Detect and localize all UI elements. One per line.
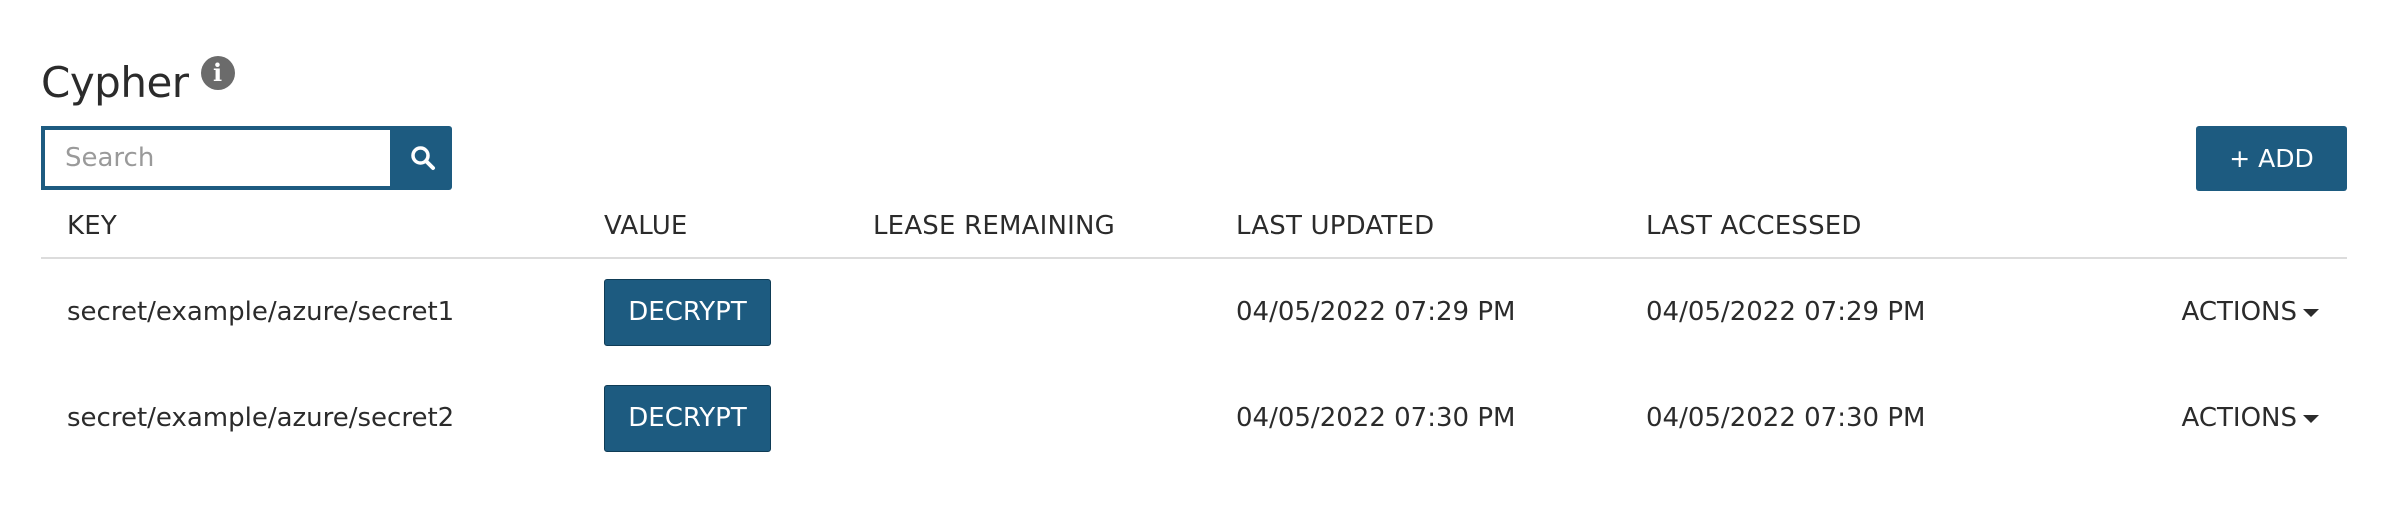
decrypt-button[interactable]: DECRYPT (604, 384, 771, 452)
row-actions-cell: ACTIONS (2182, 259, 2319, 365)
page-header: Cypher i (41, 50, 235, 114)
row-last-accessed: 04/05/2022 07:30 PM (1646, 403, 1926, 433)
row-last-updated: 04/05/2022 07:30 PM (1236, 403, 1516, 433)
page-title: Cypher (41, 57, 189, 107)
table-header: KEY VALUE LEASE REMAINING LAST UPDATED L… (41, 195, 2347, 259)
search-bar (41, 126, 452, 190)
search-icon (411, 146, 435, 170)
search-button[interactable] (394, 126, 452, 190)
table-row: secret/example/azure/secret1 DECRYPT 04/… (41, 259, 2347, 365)
header-key: KEY (67, 211, 117, 241)
header-last-updated: LAST UPDATED (1236, 211, 1435, 241)
caret-down-icon (2303, 309, 2319, 317)
header-lease-remaining: LEASE REMAINING (873, 211, 1115, 241)
search-input[interactable] (41, 126, 394, 190)
table-row: secret/example/azure/secret2 DECRYPT 04/… (41, 365, 2347, 471)
caret-down-icon (2303, 415, 2319, 423)
header-last-accessed: LAST ACCESSED (1646, 211, 1862, 241)
row-last-updated: 04/05/2022 07:29 PM (1236, 297, 1516, 327)
actions-label: ACTIONS (2181, 297, 2297, 327)
row-actions-cell: ACTIONS (2182, 365, 2319, 471)
row-value-cell: DECRYPT (604, 365, 771, 471)
row-key: secret/example/azure/secret2 (67, 403, 455, 433)
row-key: secret/example/azure/secret1 (67, 297, 455, 327)
decrypt-button[interactable]: DECRYPT (604, 278, 771, 346)
info-icon[interactable]: i (200, 56, 235, 90)
actions-dropdown[interactable]: ACTIONS (2182, 297, 2319, 327)
actions-dropdown[interactable]: ACTIONS (2182, 403, 2319, 433)
row-last-accessed: 04/05/2022 07:29 PM (1646, 297, 1926, 327)
add-button[interactable]: + ADD (2196, 126, 2347, 191)
header-value: VALUE (604, 211, 688, 241)
actions-label: ACTIONS (2181, 403, 2297, 433)
secrets-table: KEY VALUE LEASE REMAINING LAST UPDATED L… (41, 195, 2347, 471)
row-value-cell: DECRYPT (604, 259, 771, 365)
